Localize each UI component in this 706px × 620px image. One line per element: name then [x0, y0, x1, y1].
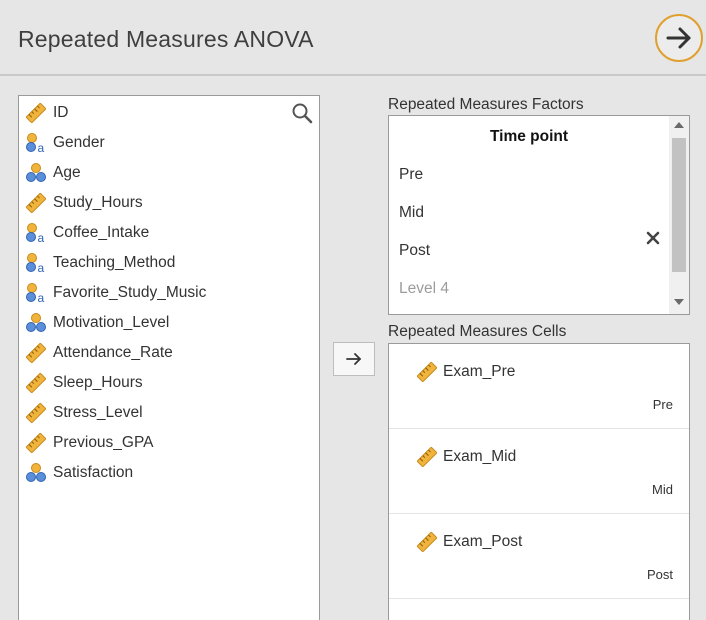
- cell-row[interactable]: Exam_Mid Mid: [389, 429, 689, 514]
- factor-name[interactable]: Time point: [389, 128, 669, 146]
- nominal-circles-icon: [24, 161, 48, 185]
- ruler-icon: [24, 101, 48, 125]
- variable-item[interactable]: Motivation_Level: [24, 311, 169, 335]
- variable-label: Age: [53, 164, 81, 181]
- nominal-circles-icon: [24, 461, 48, 485]
- ruler-icon: [24, 371, 48, 395]
- variable-label: Sleep_Hours: [53, 374, 143, 391]
- factors-scrollbar[interactable]: [669, 116, 689, 314]
- variable-label: Motivation_Level: [53, 314, 170, 331]
- variable-item[interactable]: Age: [24, 161, 81, 185]
- run-analysis-button[interactable]: [655, 14, 703, 62]
- factor-level[interactable]: Post: [399, 242, 430, 260]
- arrow-right-icon: [666, 27, 691, 49]
- cell-variable: Exam_Post: [443, 533, 523, 550]
- variable-item[interactable]: Study_Hours: [24, 191, 143, 215]
- add-level-placeholder[interactable]: Level 4: [399, 280, 449, 298]
- factor-level[interactable]: Mid: [399, 204, 424, 222]
- variable-item[interactable]: Satisfaction: [24, 461, 133, 485]
- page-title: Repeated Measures ANOVA: [18, 26, 314, 52]
- scroll-down-icon[interactable]: [674, 299, 684, 305]
- ruler-icon: [24, 341, 48, 365]
- ruler-icon: [415, 445, 439, 469]
- move-to-cells-button[interactable]: [333, 342, 375, 376]
- ruler-icon: [415, 530, 439, 554]
- variable-label: ID: [53, 104, 69, 121]
- variable-label: Study_Hours: [53, 194, 143, 211]
- variable-label: Teaching_Method: [53, 254, 176, 271]
- search-icon[interactable]: [291, 102, 313, 129]
- close-icon[interactable]: [645, 230, 661, 251]
- svg-text:a: a: [38, 141, 45, 154]
- variable-label: Previous_GPA: [53, 434, 154, 451]
- variable-label: Gender: [53, 134, 105, 151]
- variable-item[interactable]: a Gender: [24, 131, 105, 155]
- cell-row[interactable]: Exam_Post Post: [389, 514, 689, 599]
- cell-level: Post: [646, 567, 673, 582]
- svg-text:a: a: [38, 261, 45, 274]
- variable-label: Favorite_Study_Music: [53, 284, 207, 301]
- cell-level: Pre: [652, 397, 673, 412]
- variable-item[interactable]: Previous_GPA: [24, 431, 154, 455]
- cell-row[interactable]: Exam_Pre Pre: [389, 344, 689, 429]
- cell-level: Mid: [652, 482, 673, 497]
- svg-text:a: a: [38, 231, 45, 244]
- scroll-thumb[interactable]: [672, 138, 686, 272]
- ruler-icon: [24, 431, 48, 455]
- svg-text:a: a: [38, 291, 45, 304]
- nominal-circles-icon: [24, 311, 48, 335]
- cell-variable: Exam_Mid: [443, 448, 517, 465]
- variable-label: Coffee_Intake: [53, 224, 150, 241]
- header-divider: [0, 74, 706, 76]
- ruler-icon: [415, 360, 439, 384]
- variable-item[interactable]: a Coffee_Intake: [24, 221, 149, 245]
- scroll-up-icon[interactable]: [674, 122, 684, 128]
- variable-item[interactable]: ID: [24, 101, 69, 125]
- arrow-right-icon: [346, 353, 361, 365]
- nominal-text-icon: a: [24, 251, 48, 275]
- variable-label: Attendance_Rate: [53, 344, 173, 361]
- variable-item[interactable]: Attendance_Rate: [24, 341, 173, 365]
- variable-label: Stress_Level: [53, 404, 143, 421]
- variable-item[interactable]: a Favorite_Study_Music: [24, 281, 206, 305]
- ruler-icon: [24, 191, 48, 215]
- cells-label: Repeated Measures Cells: [388, 323, 567, 340]
- nominal-text-icon: a: [24, 131, 48, 155]
- variable-item[interactable]: a Teaching_Method: [24, 251, 175, 275]
- factors-label: Repeated Measures Factors: [388, 96, 584, 113]
- variable-item[interactable]: Sleep_Hours: [24, 371, 143, 395]
- ruler-icon: [24, 401, 48, 425]
- factor-level[interactable]: Pre: [399, 166, 423, 184]
- variable-list[interactable]: ID a Gender Age Study_Hours a Coffee_Intake a Te…: [18, 95, 320, 620]
- nominal-text-icon: a: [24, 221, 48, 245]
- variable-item[interactable]: Stress_Level: [24, 401, 143, 425]
- cell-variable: Exam_Pre: [443, 363, 516, 380]
- variable-label: Satisfaction: [53, 464, 134, 481]
- cells-box[interactable]: Exam_Pre Pre Exam_Mid Mid Exam_Post Post: [388, 343, 690, 620]
- factors-box[interactable]: Time point Pre Mid Post Level 4: [388, 115, 690, 315]
- nominal-text-icon: a: [24, 281, 48, 305]
